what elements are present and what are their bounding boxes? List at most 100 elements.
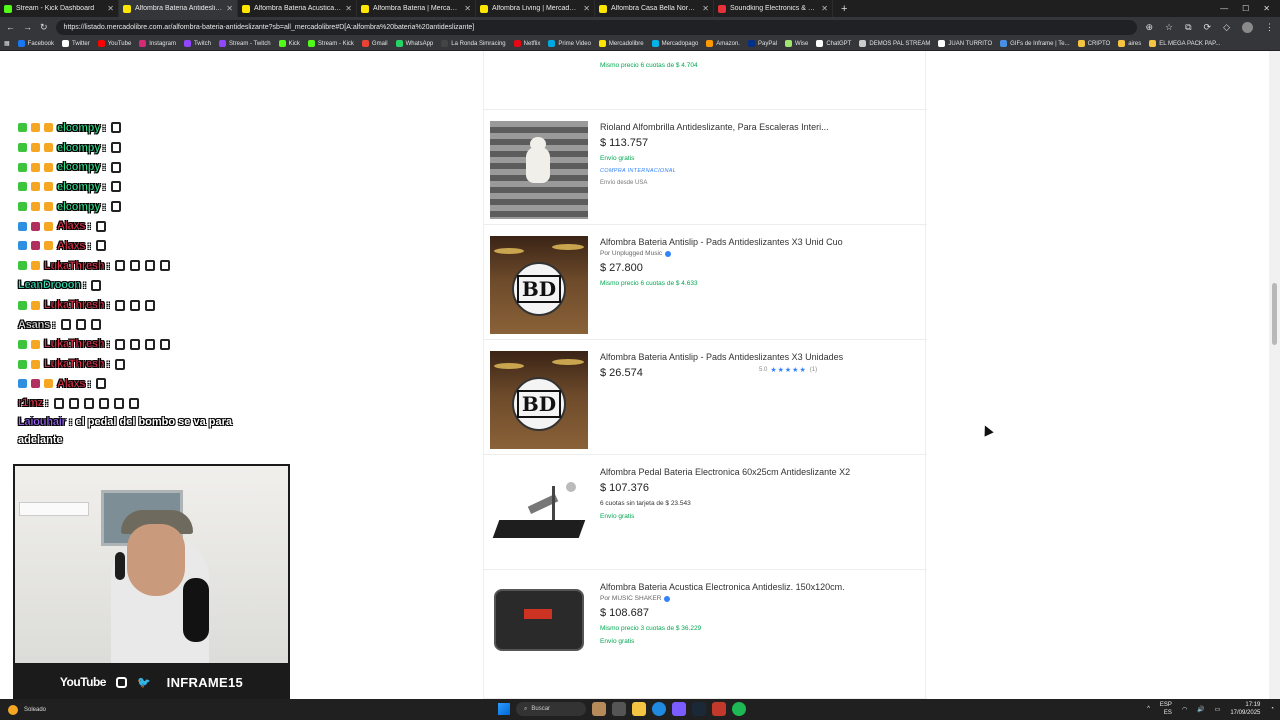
audio-app-icon[interactable]	[712, 702, 726, 716]
apps-grid-icon[interactable]: ▦	[4, 40, 10, 47]
tab-close-icon[interactable]: ✕	[702, 4, 709, 13]
bookmark-favicon-icon	[938, 40, 946, 47]
bookmark-item[interactable]: Prime Video	[548, 40, 591, 47]
reload-icon[interactable]: ↻	[40, 22, 48, 33]
tab-close-icon[interactable]: ✕	[464, 4, 471, 13]
address-bar[interactable]: https://listado.mercadolibre.com.ar/alfo…	[55, 19, 1138, 35]
bookmark-item[interactable]: Stream - Kick	[307, 40, 354, 47]
sync-icon[interactable]: ⟳	[1204, 22, 1212, 33]
chat-badge-icon	[31, 143, 40, 153]
tab-close-icon[interactable]: ✕	[107, 4, 114, 13]
sun-icon	[8, 704, 18, 715]
menu-kebab-icon[interactable]: ⋮	[1265, 22, 1274, 33]
product-card[interactable]: BDMismo precio 6 cuotas de $ 4.704	[484, 51, 927, 110]
weather-widget[interactable]: Soleado	[0, 704, 300, 715]
bookmark-item[interactable]: Instagram	[139, 40, 176, 47]
tab-close-icon[interactable]: ✕	[345, 4, 352, 13]
product-thumbnail[interactable]: BD	[490, 236, 588, 334]
product-thumbnail[interactable]: BD	[490, 351, 588, 449]
bookmark-item[interactable]: EL MEGA PACK PAP...	[1149, 40, 1220, 47]
product-title[interactable]: Rioland Alfombrilla Antideslizante, Para…	[600, 122, 829, 132]
extensions-icon[interactable]: ⧉	[1185, 22, 1191, 33]
bookmark-item[interactable]: Amazon.	[706, 40, 740, 47]
wifi-icon[interactable]: ◠	[1182, 706, 1187, 713]
discord-icon[interactable]	[672, 702, 686, 716]
bookmark-item[interactable]: Mercadopago	[651, 40, 698, 47]
windows-start-icon[interactable]	[498, 703, 510, 715]
steam-icon[interactable]	[692, 702, 706, 716]
product-title[interactable]: Alfombra Bateria Antislip - Pads Antides…	[600, 237, 843, 247]
back-icon[interactable]: ←	[6, 22, 15, 32]
maximize-icon[interactable]: ☐	[1242, 4, 1249, 13]
bookmark-item[interactable]: Twitter	[62, 40, 90, 47]
clock[interactable]: 17:19 17/09/2025	[1230, 701, 1260, 717]
bookmark-favicon-icon	[1118, 40, 1126, 47]
bookmark-item[interactable]: GIFs de Inframe | Te...	[1000, 40, 1070, 47]
bookmark-item[interactable]: Mercadolibre	[598, 40, 644, 47]
bookmark-item[interactable]: JUAN TURRITO	[938, 40, 992, 47]
bookmark-item[interactable]: WhatsApp	[395, 40, 433, 47]
language-indicator[interactable]: ESP ES	[1160, 701, 1172, 717]
bookmark-item[interactable]: PayPal	[747, 40, 777, 47]
bookmark-item[interactable]: Stream - Twitch	[218, 40, 271, 47]
close-window-icon[interactable]: ✕	[1263, 4, 1270, 13]
product-thumbnail[interactable]	[490, 466, 588, 564]
page-scrollbar[interactable]	[1269, 51, 1280, 699]
bookmark-item[interactable]: ChatGPT	[816, 40, 851, 47]
taskbar-search[interactable]: ⌕ Buscar	[516, 702, 586, 716]
tray-chevron-icon[interactable]: ^	[1147, 706, 1150, 712]
bookmark-item[interactable]: Twitch	[183, 40, 211, 47]
browser-tab[interactable]: Soundking Electronics & Sound ✕	[714, 0, 833, 17]
bookmark-item[interactable]: Gmail	[361, 40, 388, 47]
scrollbar-thumb[interactable]	[1272, 283, 1277, 345]
bookmark-item[interactable]: DEMOS PAL STREAM	[859, 40, 930, 47]
volume-icon[interactable]: 🔊	[1197, 706, 1204, 713]
bookmark-item[interactable]: Netflix	[513, 40, 540, 47]
widget-thumbnail-icon[interactable]	[592, 702, 606, 716]
file-explorer-icon[interactable]	[632, 702, 646, 716]
browser-tab[interactable]: Alfombra Living | MercadoLibre ✕	[476, 0, 595, 17]
bookmark-star-icon[interactable]: ☆	[1165, 22, 1173, 33]
task-view-icon[interactable]	[612, 702, 626, 716]
extension-puzzle-icon[interactable]: ◇	[1223, 22, 1230, 33]
product-title[interactable]: Alfombra Bateria Antislip - Pads Antides…	[600, 352, 843, 362]
product-thumbnail[interactable]	[490, 121, 588, 219]
chat-badge-icon	[31, 221, 40, 231]
minimize-icon[interactable]: —	[1220, 4, 1228, 13]
bookmark-item[interactable]: Facebook	[17, 40, 54, 47]
product-card[interactable]: BD Alfombra Bateria Antislip - Pads Antid…	[484, 225, 927, 340]
tab-close-icon[interactable]: ✕	[226, 4, 233, 13]
tab-close-icon[interactable]: ✕	[821, 4, 828, 13]
product-card[interactable]: Alfombra Pedal Bateria Electronica 60x25…	[484, 455, 927, 570]
seller-name: Por MUSIC SHAKER	[600, 595, 662, 602]
bookmark-favicon-icon	[651, 40, 659, 47]
profile-avatar[interactable]	[1242, 21, 1253, 33]
forward-icon[interactable]: →	[23, 22, 32, 32]
browser-tab[interactable]: Stream - Kick Dashboard ✕	[0, 0, 119, 17]
bookmark-item[interactable]: aires	[1118, 40, 1141, 47]
bookmark-item[interactable]: YouTube	[97, 40, 131, 47]
browser-tab[interactable]: Alfombra Bateria Acustica Electro ✕	[238, 0, 357, 17]
bookmark-item[interactable]: CRIPTO	[1077, 40, 1110, 47]
product-card[interactable]: BD Alfombra Bateria Antislip - Pads Antid…	[484, 340, 927, 455]
product-thumbnail[interactable]	[490, 581, 588, 679]
tab-close-icon[interactable]: ✕	[583, 4, 590, 13]
product-card[interactable]: Alfombra Bateria Acustica Electronica An…	[484, 570, 927, 699]
browser-tab[interactable]: Alfombra Casa Bella Nordica Peli ✕	[595, 0, 714, 17]
product-card[interactable]: Rioland Alfombrilla Antideslizante, Para…	[484, 110, 927, 225]
translate-icon[interactable]: ⊕	[1145, 22, 1153, 33]
chat-badge-icon	[31, 300, 40, 310]
product-title[interactable]: Alfombra Bateria Acustica Electronica An…	[600, 582, 845, 592]
notifications-icon[interactable]: ◔	[1270, 706, 1274, 712]
browser-tab[interactable]: Alfombra Bateria Antideslizante |✕	[119, 0, 238, 17]
edge-icon[interactable]	[652, 702, 666, 716]
battery-icon[interactable]: ▭	[1215, 706, 1221, 713]
bookmark-item[interactable]: Wise	[785, 40, 808, 47]
window-controls: — ☐ ✕	[1220, 0, 1280, 17]
product-title[interactable]: Alfombra Pedal Bateria Electronica 60x25…	[600, 467, 850, 477]
new-tab-button[interactable]: +	[833, 0, 855, 17]
browser-tab[interactable]: Alfombra Bateria | MercadoLibre ✕	[357, 0, 476, 17]
bookmark-item[interactable]: Kick	[278, 40, 300, 47]
bookmark-item[interactable]: La Ronda Simracing	[441, 40, 506, 47]
spotify-icon[interactable]	[732, 702, 746, 716]
